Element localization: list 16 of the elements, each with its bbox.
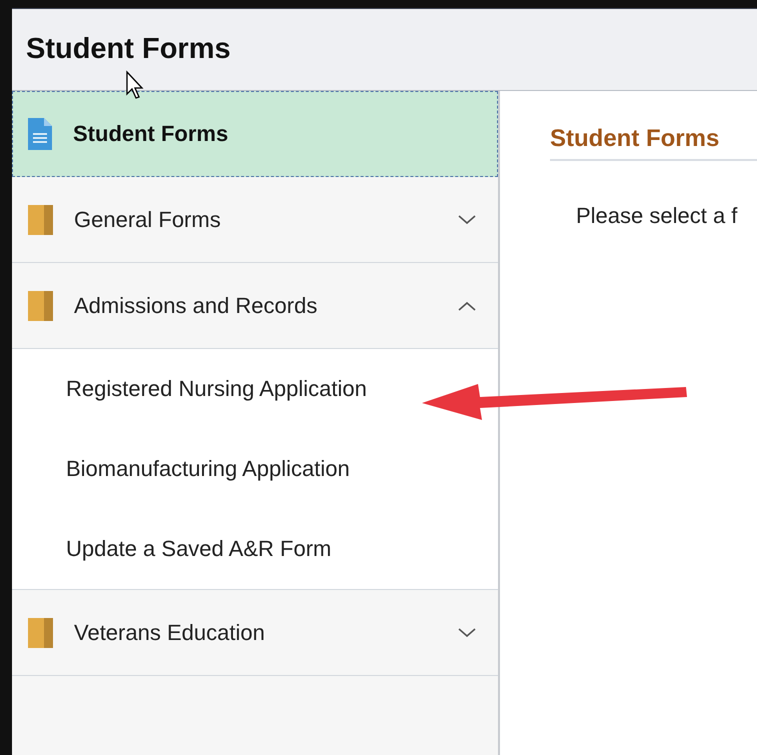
nav-page-item[interactable]: Student Forms <box>12 91 498 177</box>
folder-icon <box>26 616 54 650</box>
chevron-down-icon <box>458 628 476 638</box>
nav-folder-item[interactable]: Veterans Education <box>12 590 498 676</box>
folder-icon <box>26 288 54 322</box>
nav-link[interactable]: Biomanufacturing Application <box>12 429 498 509</box>
nav-link[interactable]: Update a Saved A&R Form <box>12 509 498 589</box>
instruction-text: Please select a f <box>576 203 738 229</box>
page-title: Student Forms <box>26 33 231 66</box>
nav-folder-item[interactable]: General Forms <box>12 177 498 263</box>
chevron-up-icon <box>458 300 476 310</box>
section-title: Student Forms <box>550 125 757 161</box>
folder-icon <box>26 202 54 236</box>
chevron-down-icon <box>458 214 476 224</box>
nav-link[interactable]: Registered Nursing Application <box>12 349 498 429</box>
document-icon <box>27 117 53 151</box>
